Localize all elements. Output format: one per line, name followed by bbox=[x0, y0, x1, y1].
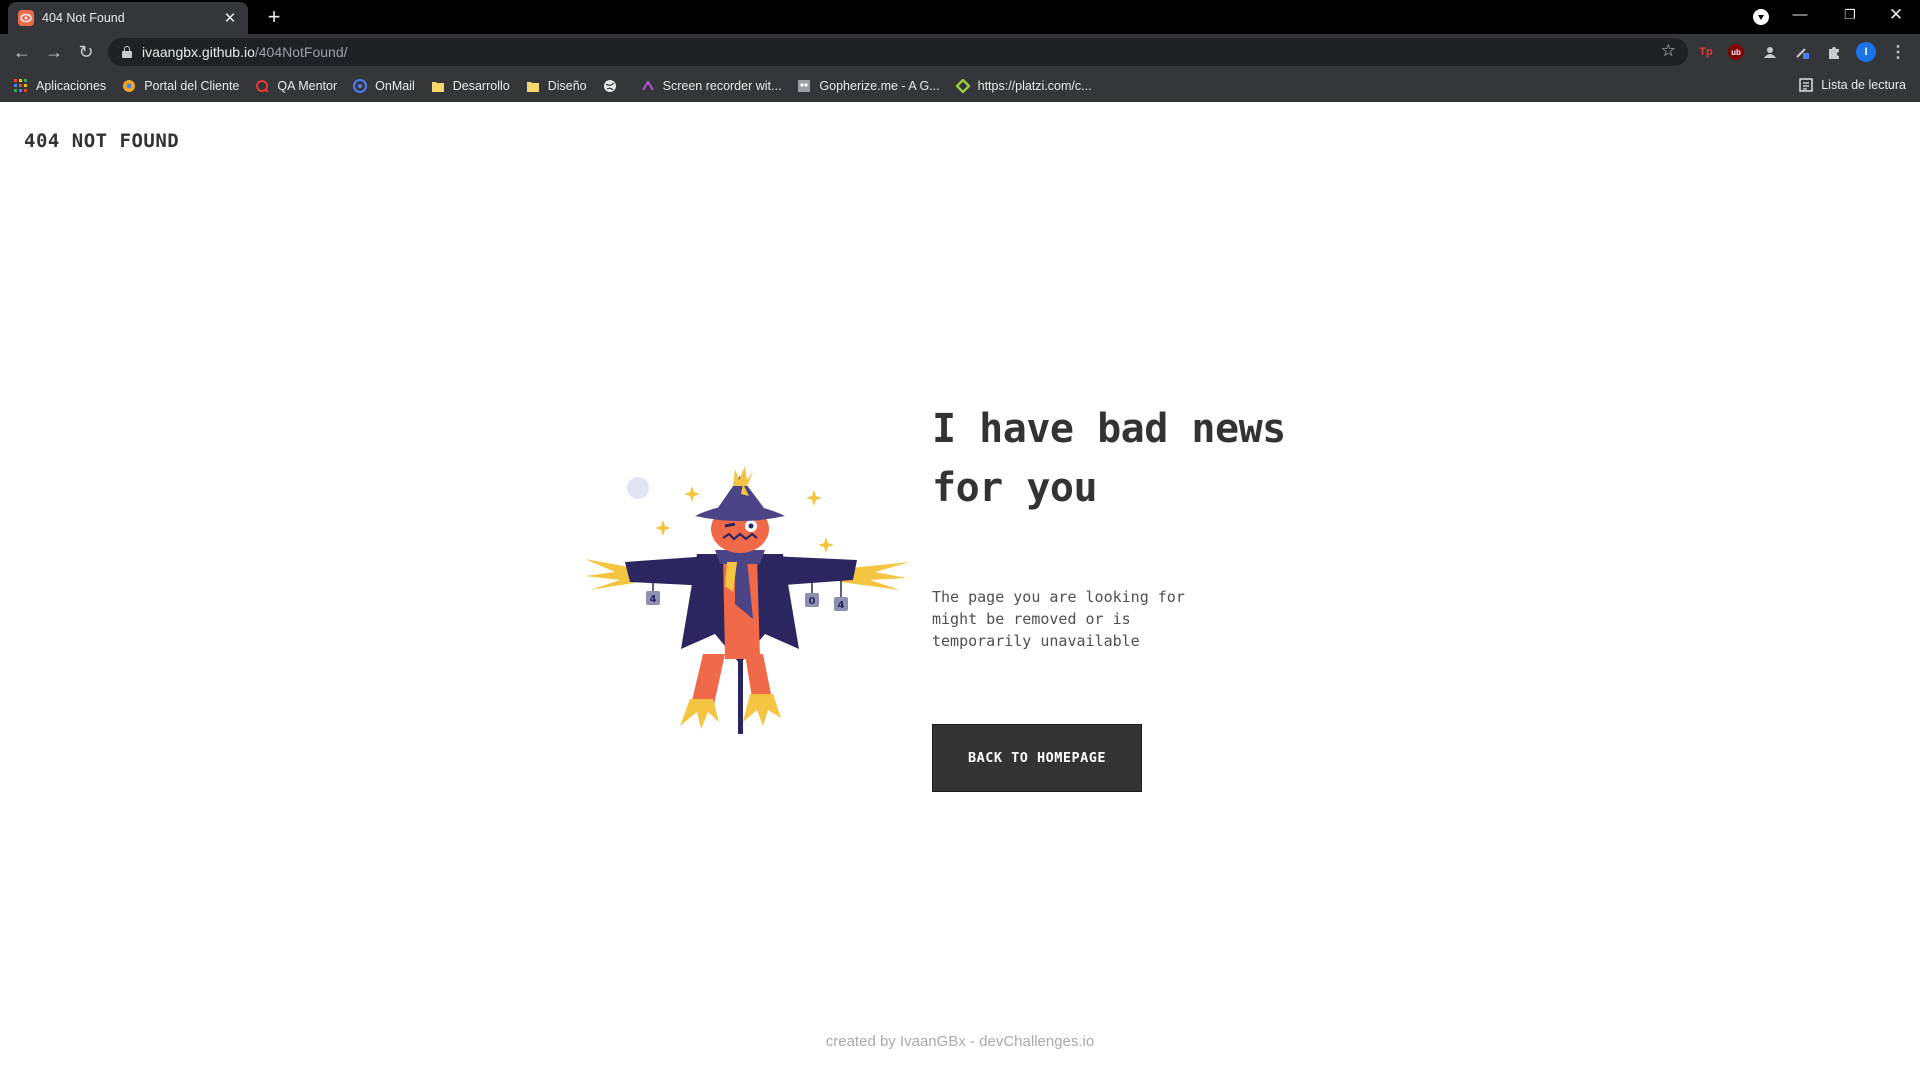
extension-ublock-icon[interactable]: ub bbox=[1728, 44, 1744, 60]
sign-letter: 0 bbox=[809, 596, 816, 607]
bookmark-folder-diseno[interactable]: Diseño bbox=[526, 79, 587, 93]
bookmarks-bar: Aplicaciones Portal del Cliente QA Mento… bbox=[0, 70, 1920, 102]
sign-letter: 4 bbox=[650, 594, 657, 605]
page-content: 404 NOT FOUND 4 0 4 I have bad news for … bbox=[0, 102, 1920, 1080]
bookmark-label: https://platzi.com/c... bbox=[977, 78, 1092, 93]
description-line: might be removed or is bbox=[932, 610, 1131, 628]
bookmark-label: Aplicaciones bbox=[36, 78, 107, 93]
bookmark-label: Gopherize.me - A G... bbox=[819, 78, 940, 93]
url-host: ivaangbx.github.io bbox=[142, 44, 255, 60]
bookmark-qa-mentor[interactable]: QA Mentor bbox=[255, 79, 337, 93]
description-line: temporarily unavailable bbox=[932, 632, 1140, 650]
bookmark-label: Desarrollo bbox=[452, 78, 510, 93]
folder-icon bbox=[526, 79, 540, 93]
bookmark-globe[interactable] bbox=[603, 79, 625, 93]
sparkle-icon bbox=[655, 520, 671, 536]
restore-window-icon[interactable]: ❐ bbox=[1828, 0, 1872, 30]
browser-tab-strip: 404 Not Found ✕ + — ❐ ✕ bbox=[0, 0, 1920, 34]
chrome-menu-icon[interactable]: ⋮ bbox=[1888, 42, 1908, 62]
bookmark-apps[interactable]: Aplicaciones bbox=[14, 78, 107, 93]
page-footer[interactable]: created by IvaanGBx - devChallenges.io bbox=[0, 1033, 1920, 1050]
bookmark-label: OnMail bbox=[375, 78, 415, 93]
bookmark-platzi[interactable]: https://platzi.com/c... bbox=[954, 77, 1092, 94]
reading-list-icon bbox=[1799, 78, 1813, 92]
description-line: The page you are looking for bbox=[932, 588, 1185, 606]
sign-letter: 4 bbox=[838, 600, 845, 611]
url-path: /404NotFound/ bbox=[254, 44, 348, 60]
close-window-icon[interactable]: ✕ bbox=[1874, 0, 1918, 30]
portal-icon bbox=[122, 79, 136, 93]
gopherize-icon bbox=[797, 79, 811, 93]
bookmark-portal-del-cliente[interactable]: Portal del Cliente bbox=[122, 79, 239, 93]
qa-mentor-icon bbox=[255, 79, 270, 93]
moon-dot-icon bbox=[627, 477, 649, 499]
page-headline: I have bad news for you bbox=[932, 400, 1352, 518]
extension-tp-icon[interactable]: Tp bbox=[1696, 42, 1716, 62]
brand-title: 404 NOT FOUND bbox=[24, 130, 180, 152]
scarecrow-illustration: 4 0 4 bbox=[585, 466, 910, 734]
minimize-window-icon[interactable]: — bbox=[1778, 0, 1822, 30]
screen-recorder-icon bbox=[641, 79, 655, 93]
bookmark-gopherize[interactable]: Gopherize.me - A G... bbox=[797, 78, 940, 93]
page-description: The page you are looking for might be re… bbox=[932, 586, 1232, 652]
browser-toolbar: ← → ↻ ivaangbx.github.io/404NotFound/ ☆ … bbox=[0, 34, 1920, 70]
bookmark-label: Screen recorder wit... bbox=[662, 78, 782, 93]
sparkle-icon bbox=[806, 490, 822, 506]
tab-favicon-icon bbox=[18, 10, 34, 26]
back-arrow-icon[interactable]: ← bbox=[8, 38, 36, 66]
lock-icon[interactable] bbox=[122, 46, 132, 58]
folder-icon bbox=[431, 79, 445, 93]
bookmark-label: Portal del Cliente bbox=[144, 78, 240, 93]
reading-list-label: Lista de lectura bbox=[1821, 78, 1906, 92]
reading-list-button[interactable]: Lista de lectura bbox=[1799, 78, 1906, 92]
tab-title: 404 Not Found bbox=[42, 11, 125, 25]
apps-grid-icon bbox=[14, 78, 28, 93]
back-to-homepage-button[interactable]: BACK TO HOMEPAGE bbox=[932, 724, 1142, 792]
onmail-icon bbox=[353, 78, 368, 93]
forward-arrow-icon[interactable]: → bbox=[40, 38, 68, 66]
extension-pen-icon[interactable] bbox=[1792, 42, 1812, 62]
new-tab-button[interactable]: + bbox=[260, 4, 288, 32]
bookmark-screen-recorder[interactable]: Screen recorder wit... bbox=[641, 78, 782, 93]
tab-close-icon[interactable]: ✕ bbox=[222, 9, 238, 27]
globe-icon bbox=[603, 79, 617, 93]
browser-tab[interactable]: 404 Not Found ✕ bbox=[8, 2, 248, 34]
sparkle-icon bbox=[684, 486, 700, 502]
bookmark-label: QA Mentor bbox=[277, 78, 338, 93]
bookmark-onmail[interactable]: OnMail bbox=[353, 78, 415, 93]
profile-avatar-icon[interactable]: I bbox=[1856, 42, 1876, 62]
platzi-icon bbox=[954, 77, 971, 94]
extension-spy-icon[interactable] bbox=[1760, 42, 1780, 62]
bookmark-label: Diseño bbox=[547, 78, 587, 93]
bookmark-star-icon[interactable]: ☆ bbox=[1661, 41, 1676, 61]
reload-icon[interactable]: ↻ bbox=[72, 38, 100, 66]
sparkle-icon bbox=[818, 537, 834, 553]
media-control-icon[interactable] bbox=[1753, 9, 1769, 25]
bookmark-folder-desarrollo[interactable]: Desarrollo bbox=[431, 79, 510, 93]
headline-line: I have bad news bbox=[932, 406, 1286, 452]
headline-line: for you bbox=[932, 465, 1098, 511]
address-bar[interactable]: ivaangbx.github.io/404NotFound/ ☆ bbox=[108, 38, 1688, 66]
extensions-puzzle-icon[interactable] bbox=[1824, 42, 1844, 62]
